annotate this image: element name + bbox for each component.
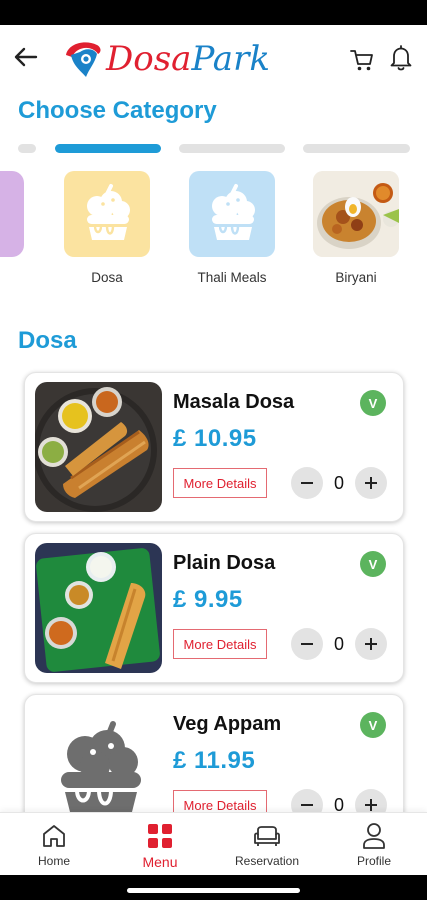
quantity-value: 0 [333, 473, 344, 493]
nav-home[interactable]: Home [6, 821, 102, 868]
veg-badge: V [360, 390, 386, 416]
quantity-stepper: 0 [291, 628, 387, 660]
quantity-value: 0 [333, 634, 344, 654]
increase-quantity-button[interactable] [355, 467, 387, 499]
brand-logo: DosaPark [62, 37, 272, 81]
food-bowl-icon [87, 184, 130, 240]
dish-image [35, 543, 162, 673]
masala-dosa-photo [35, 382, 162, 512]
plus-icon [365, 477, 377, 489]
app-screen: DosaPark Choose Category Dosa Thali Meal… [0, 25, 427, 875]
category-label: Thali Meals [197, 270, 267, 285]
nav-label: Reservation [234, 854, 300, 868]
veg-badge: V [360, 712, 386, 738]
top-app-bar: DosaPark [0, 25, 427, 91]
cart-icon[interactable] [349, 47, 375, 73]
minus-icon [301, 643, 313, 645]
nav-menu[interactable]: Menu [112, 821, 208, 870]
veg-badge: V [360, 551, 386, 577]
category-thumbnail [64, 171, 150, 257]
dish-price: £ 11.95 [173, 747, 256, 774]
plus-icon [365, 799, 377, 811]
category-scroll-indicator [0, 144, 427, 154]
nav-label: Menu [142, 854, 178, 870]
indicator-segment-active [55, 144, 161, 153]
category-thumbnail [313, 171, 399, 257]
dish-name: Veg Appam [173, 713, 282, 735]
minus-icon [301, 804, 313, 806]
dish-price: £ 9.95 [173, 586, 243, 613]
nav-reservation[interactable]: Reservation [219, 821, 315, 868]
increase-quantity-button[interactable] [355, 628, 387, 660]
plain-dosa-photo [35, 543, 162, 673]
person-icon [363, 823, 385, 849]
more-details-button[interactable]: More Details [173, 629, 267, 659]
logo-word-2: Park [191, 39, 270, 79]
category-biryani[interactable]: Biryani [312, 171, 400, 285]
indicator-segment [18, 144, 36, 153]
more-details-button[interactable]: More Details [173, 468, 267, 498]
food-bowl-icon [212, 184, 255, 240]
dish-card[interactable]: Plain Dosa £ 9.95 V More Details 0 [24, 533, 404, 683]
category-thali-meals[interactable]: Thali Meals [188, 171, 276, 285]
indicator-segment [179, 144, 285, 153]
category-card-partial[interactable] [0, 171, 24, 257]
decrease-quantity-button[interactable] [291, 628, 323, 660]
category-label: Dosa [91, 270, 123, 285]
quantity-stepper: 0 [291, 467, 387, 499]
dish-card[interactable]: Masala Dosa £ 10.95 V More Details 0 [24, 372, 404, 522]
nav-label: Profile [356, 854, 391, 868]
home-icon [43, 825, 65, 847]
system-home-indicator[interactable] [127, 888, 300, 893]
logo-word-1: Dosa [106, 39, 192, 79]
nav-profile[interactable]: Profile [326, 821, 422, 868]
decrease-quantity-button[interactable] [291, 467, 323, 499]
sofa-icon [254, 826, 280, 846]
biryani-photo [313, 171, 399, 257]
logo-mark-icon [66, 42, 101, 77]
category-label: Biryani [335, 270, 377, 285]
nav-label: Home [37, 854, 70, 868]
plus-icon [365, 638, 377, 650]
category-carousel: Dosa Thali Meals Biryani [0, 171, 427, 291]
indicator-segment [303, 144, 410, 153]
notification-bell-icon[interactable] [388, 44, 414, 72]
grid-icon [148, 824, 172, 848]
logo-wordmark: DosaPark [106, 39, 270, 79]
dish-name: Masala Dosa [173, 391, 295, 413]
dish-section-title: Dosa [18, 327, 77, 354]
dish-price: £ 10.95 [173, 425, 257, 452]
minus-icon [301, 482, 313, 484]
dish-name: Plain Dosa [173, 552, 276, 574]
category-thumbnail [189, 171, 275, 257]
back-arrow-icon[interactable] [12, 43, 40, 71]
category-section-title: Choose Category [18, 97, 217, 124]
category-dosa[interactable]: Dosa [63, 171, 151, 285]
bottom-navigation: Home Menu Reservation Profile [0, 812, 427, 875]
dish-image [35, 382, 162, 512]
